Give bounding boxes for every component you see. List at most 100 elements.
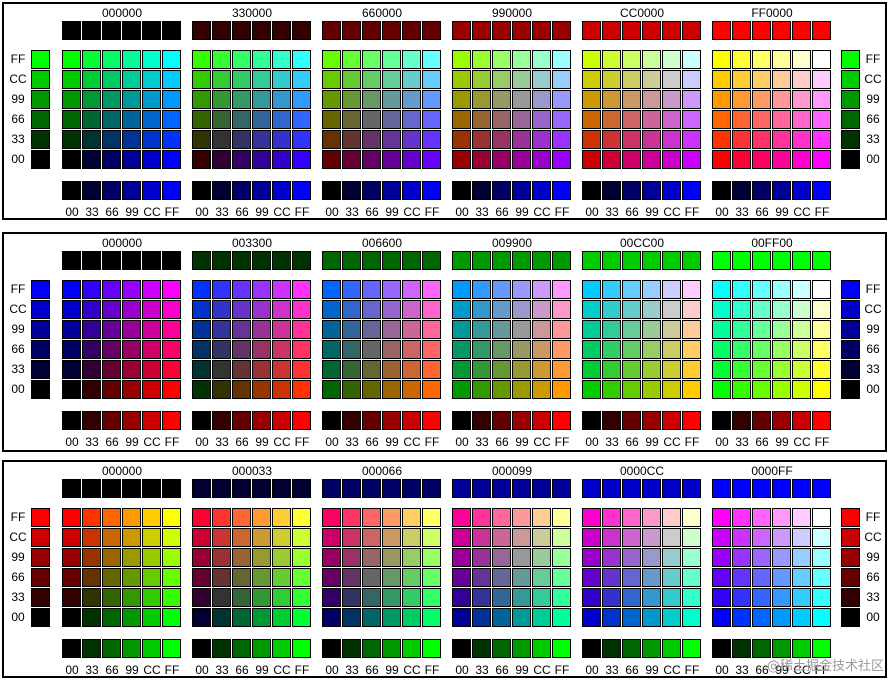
bottom-swatch [752, 411, 771, 430]
header-swatch [752, 21, 771, 40]
color-swatch [342, 280, 361, 299]
left-swatch [31, 548, 50, 567]
color-swatch [622, 150, 641, 169]
color-swatch [62, 528, 81, 547]
color-swatch [362, 130, 381, 149]
color-swatch [712, 548, 731, 567]
color-swatch [362, 50, 381, 69]
color-swatch [272, 320, 291, 339]
right-swatch [841, 320, 860, 339]
color-swatch [472, 568, 491, 587]
right-swatch [841, 300, 860, 319]
row-label: FF [865, 510, 881, 524]
column-label: CC [663, 205, 681, 219]
bottom-swatch [472, 181, 491, 200]
color-swatch [102, 300, 121, 319]
color-swatch [452, 528, 471, 547]
color-swatch [532, 280, 551, 299]
color-swatch [252, 568, 271, 587]
block-header: 660000 [361, 6, 403, 20]
color-swatch [292, 300, 311, 319]
block-header: 0000FF [751, 464, 793, 478]
header-swatch [232, 251, 251, 270]
header-swatch [142, 21, 161, 40]
color-swatch [62, 90, 81, 109]
color-swatch [62, 70, 81, 89]
color-swatch [102, 360, 121, 379]
color-swatch [472, 150, 491, 169]
color-swatch [772, 50, 791, 69]
color-swatch [452, 280, 471, 299]
bottom-swatch [192, 411, 211, 430]
color-swatch [122, 110, 141, 129]
color-swatch [472, 508, 491, 527]
bottom-swatch [322, 411, 341, 430]
color-swatch [62, 320, 81, 339]
bottom-swatch [62, 181, 81, 200]
color-swatch [272, 130, 291, 149]
color-swatch [662, 588, 681, 607]
header-swatch [582, 479, 601, 498]
color-swatch [642, 568, 661, 587]
color-swatch [732, 588, 751, 607]
color-swatch [192, 280, 211, 299]
right-swatch [841, 50, 860, 69]
color-swatch [402, 130, 421, 149]
row-label: 00 [866, 152, 880, 166]
color-swatch [122, 50, 141, 69]
color-swatch [712, 70, 731, 89]
color-swatch [532, 380, 551, 399]
column-label: FF [684, 205, 700, 219]
header-swatch [422, 479, 441, 498]
color-swatch [732, 150, 751, 169]
color-swatch [452, 608, 471, 627]
color-swatch [622, 360, 641, 379]
color-swatch [732, 70, 751, 89]
color-swatch [792, 70, 811, 89]
color-swatch [552, 548, 571, 567]
color-swatch [322, 608, 341, 627]
header-swatch [422, 251, 441, 270]
color-swatch [682, 360, 701, 379]
color-swatch [582, 568, 601, 587]
color-swatch [552, 380, 571, 399]
color-swatch [732, 280, 751, 299]
column-label: 33 [605, 205, 619, 219]
color-swatch [212, 300, 231, 319]
color-swatch [252, 360, 271, 379]
color-swatch [792, 340, 811, 359]
color-swatch [292, 360, 311, 379]
color-swatch [662, 70, 681, 89]
header-swatch [552, 251, 571, 270]
color-swatch [532, 588, 551, 607]
color-swatch [422, 280, 441, 299]
color-swatch [232, 380, 251, 399]
column-label: FF [424, 663, 440, 677]
color-swatch [322, 548, 341, 567]
block-header: 006600 [361, 236, 403, 250]
color-swatch [582, 110, 601, 129]
color-swatch [682, 90, 701, 109]
color-swatch [492, 150, 511, 169]
color-swatch [62, 568, 81, 587]
column-label: CC [793, 435, 811, 449]
color-swatch [232, 608, 251, 627]
color-swatch [362, 508, 381, 527]
color-swatch [532, 320, 551, 339]
color-swatch [602, 90, 621, 109]
color-swatch [772, 340, 791, 359]
column-label: FF [294, 205, 310, 219]
column-label: 00 [715, 205, 729, 219]
color-swatch [162, 380, 181, 399]
color-swatch [102, 90, 121, 109]
color-swatch [712, 50, 731, 69]
color-swatch [472, 340, 491, 359]
color-swatch [642, 50, 661, 69]
color-swatch [212, 548, 231, 567]
bottom-swatch [382, 181, 401, 200]
color-swatch [812, 528, 831, 547]
bottom-swatch [512, 181, 531, 200]
color-swatch [212, 280, 231, 299]
color-swatch [792, 110, 811, 129]
header-swatch [362, 479, 381, 498]
